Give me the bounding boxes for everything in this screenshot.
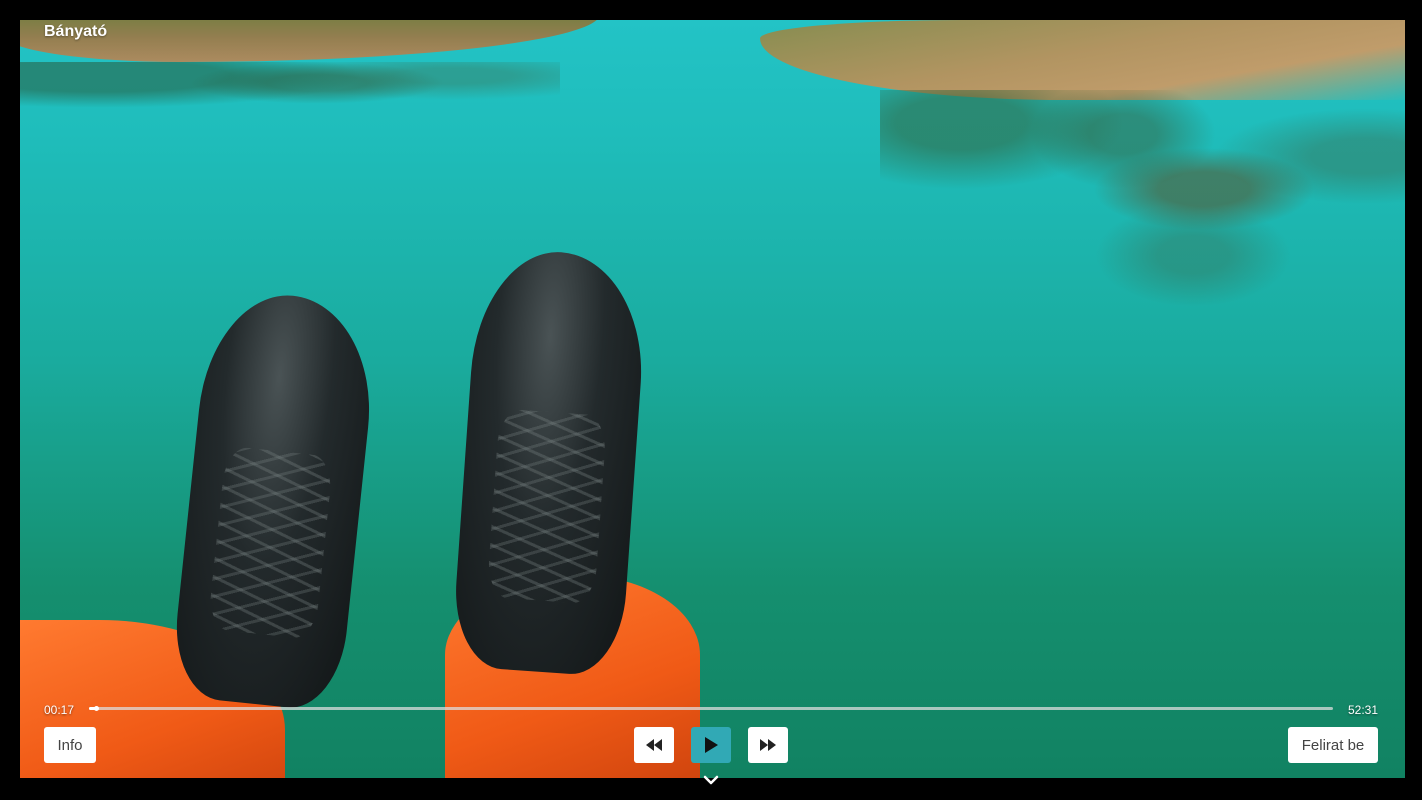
boot-left bbox=[169, 287, 381, 713]
boot-right bbox=[450, 246, 650, 678]
info-button[interactable]: Info bbox=[44, 727, 96, 763]
progress-thumb[interactable] bbox=[93, 706, 99, 711]
play-button[interactable] bbox=[691, 727, 731, 763]
play-icon bbox=[705, 737, 718, 753]
fast-forward-icon bbox=[760, 739, 776, 751]
subtitles-button[interactable]: Felirat be bbox=[1288, 727, 1378, 763]
current-time: 00:17 bbox=[44, 703, 75, 717]
shoreline-right bbox=[760, 20, 1405, 100]
total-time: 52:31 bbox=[1347, 703, 1378, 717]
fast-forward-button[interactable] bbox=[748, 727, 788, 763]
progress-bar[interactable] bbox=[89, 706, 1333, 711]
shoreline-left-reflection bbox=[20, 62, 560, 132]
video-title: Bányató bbox=[44, 23, 108, 40]
rewind-icon bbox=[646, 739, 662, 751]
rewind-button[interactable] bbox=[634, 727, 674, 763]
chevron-down-icon[interactable] bbox=[703, 774, 719, 786]
video-frame[interactable] bbox=[20, 20, 1405, 778]
shoreline-right-reflection bbox=[880, 90, 1405, 310]
